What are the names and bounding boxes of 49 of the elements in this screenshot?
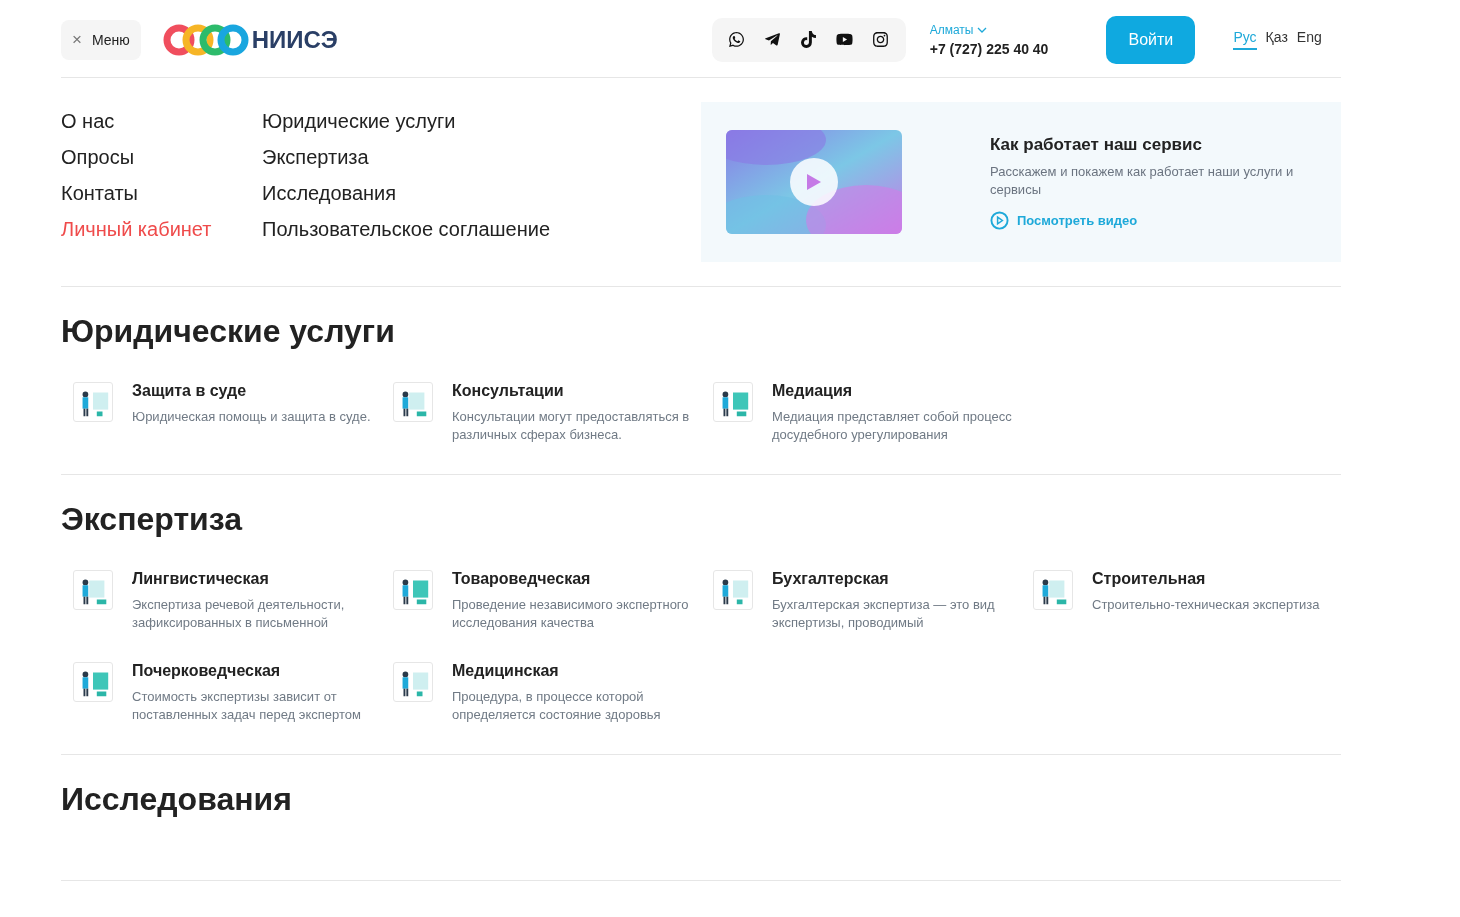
illustration-icon — [1033, 570, 1073, 610]
service-title[interactable]: Почерковедческая — [132, 662, 382, 680]
chevron-down-icon — [976, 26, 987, 33]
illustration-icon — [713, 382, 753, 422]
language-link[interactable]: Қаз — [1265, 29, 1288, 50]
service-description: Консультации могут предоставляться в различных сферах бизнеса. — [452, 408, 691, 444]
illustration-icon — [73, 382, 113, 422]
service-description: Юридическая помощь и защита в суде. — [132, 408, 372, 426]
service-description: Экспертиза речевой деятельности, зафиксированных в письменной — [132, 596, 346, 632]
menu-link[interactable]: Контаты — [61, 180, 262, 206]
service-title[interactable]: Консультации — [452, 382, 702, 400]
language-link[interactable]: Eng — [1296, 29, 1322, 50]
service-title[interactable]: Товароведческая — [452, 570, 702, 588]
illustration-icon — [73, 662, 113, 702]
menu-link[interactable]: Юридические услуги — [262, 108, 662, 134]
logo-wordmark: НИИСЭ — [251, 25, 338, 54]
menu-link[interactable]: Опросы — [61, 144, 262, 170]
service-title[interactable]: Бухгалтерская — [772, 570, 1022, 588]
service-description: Бухгалтерская экспертиза — это вид экспертизы, проводимый — [772, 596, 996, 632]
service-title[interactable]: Медиация — [772, 382, 1022, 400]
illustration-icon — [393, 382, 433, 422]
service-title[interactable]: Строительная — [1092, 570, 1342, 588]
illustration-icon — [713, 570, 753, 610]
service-description: Стоимость экспертизы зависит от поставленных задач перед экспертом — [132, 688, 362, 724]
promo-description: Расскажем и покажем как работает наши услуги и сервисы — [990, 162, 1295, 199]
menu-button[interactable]: × Меню — [61, 19, 141, 60]
promo-title: Как работает наш сервис — [990, 134, 1203, 155]
service-description: Процедура, в процессе которой определяется состояние здоровья — [452, 688, 662, 724]
menu-link[interactable]: Исследования — [262, 180, 662, 206]
section-heading: Исследования — [61, 781, 293, 818]
close-icon: × — [72, 31, 82, 48]
play-icon — [806, 173, 822, 191]
service-title[interactable]: Защита в суде — [132, 382, 382, 400]
illustration-icon — [393, 570, 433, 610]
illustration-icon — [73, 570, 113, 610]
service-description: Медиация представляет собой процесс досудебного урегулирования — [772, 408, 1013, 444]
illustration-icon — [393, 662, 433, 702]
menu-link[interactable]: О нас — [61, 108, 262, 134]
section-heading: Экспертиза — [61, 501, 244, 538]
service-description: Проведение независимого экспертного исследования качества — [452, 596, 690, 632]
play-circle-icon — [990, 210, 1009, 230]
service-title[interactable]: Медицинская — [452, 662, 702, 680]
menu-link[interactable]: Личный кабинет — [61, 216, 262, 242]
section-heading: Юридические услуги — [61, 313, 396, 350]
menu-link[interactable]: Экспертиза — [262, 144, 662, 170]
service-description: Строительно-техническая экспертиза — [1092, 596, 1321, 614]
menu-link[interactable]: Пользовательское соглашение — [262, 216, 662, 242]
service-title[interactable]: Лингвистическая — [132, 570, 382, 588]
phone-number: +7 (727) 225 40 40 — [929, 40, 1049, 57]
